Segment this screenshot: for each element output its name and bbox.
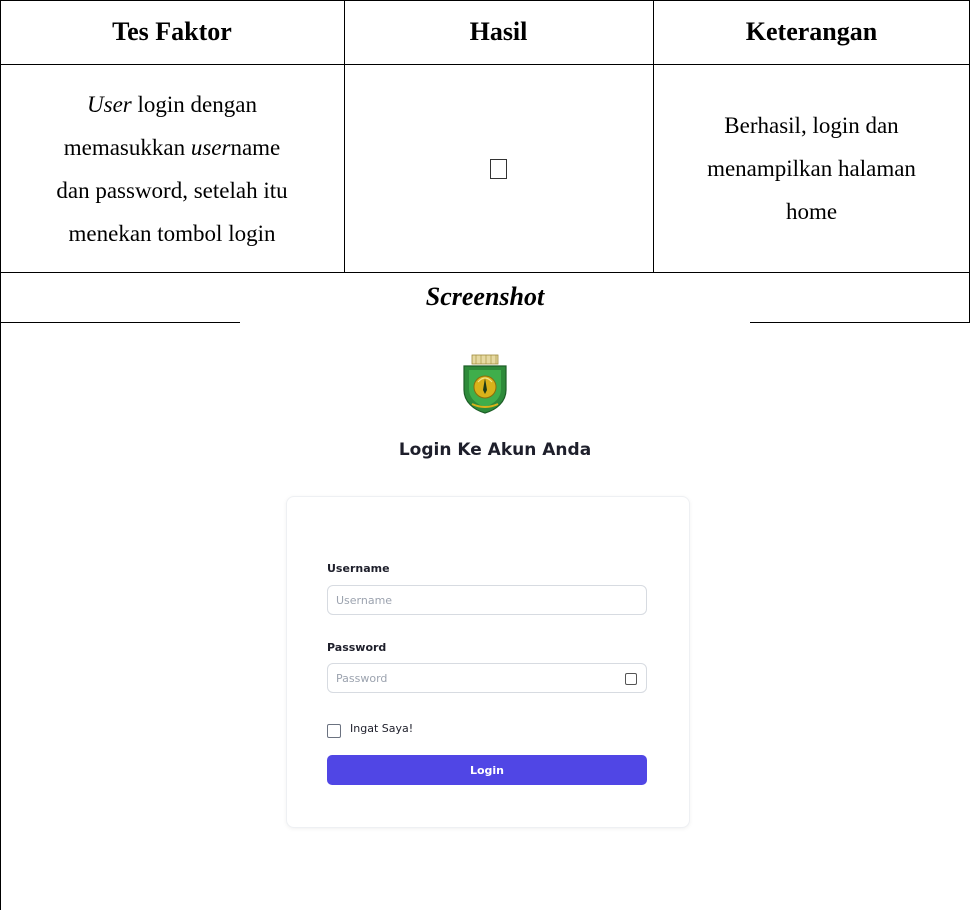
test-factor-line: User login dengan [87,83,257,126]
password-label: Password [327,641,387,654]
checkbox-glyph-icon [490,158,507,179]
password-input[interactable]: Password [327,663,647,693]
header-test-factor: Tes Faktor [112,17,232,46]
test-factor-cell: User login dengan memasukkan username dan … [0,65,344,272]
screenshot-heading: Screenshot [425,282,545,311]
test-factor-line: memasukkan username [64,126,281,169]
description-line: menampilkan halaman [707,156,916,181]
login-button[interactable]: Login [327,755,647,785]
test-factor-segment: login dengan [131,91,257,117]
test-factor-segment: user [190,134,231,160]
description-line: Berhasil, login dan [724,113,899,138]
username-label: Username [327,562,390,575]
table-rule [750,322,970,323]
test-factor-line: dan password, setelah itu [56,169,287,212]
password-placeholder: Password [336,671,388,685]
eye-icon[interactable] [625,673,637,685]
description-cell: Berhasil, login dan menampilkan halaman ho… [653,65,970,272]
username-input[interactable]: Username [327,585,647,615]
login-card: Username Username Password Password Inga… [286,496,690,828]
result-cell [344,65,653,272]
test-factor-segment: menekan tombol login [68,220,276,246]
table-rule [0,322,240,323]
test-factor-segment: memasukkan [63,134,191,160]
username-placeholder: Username [336,593,393,607]
remember-me-checkbox[interactable] [327,724,341,738]
header-description: Keterangan [745,17,878,46]
header-result: Hasil [469,17,528,46]
test-factor-segment: name [230,134,281,160]
remember-me-label: Ingat Saya! [350,722,414,735]
test-factor-segment: User [87,91,132,117]
login-title: Login Ke Akun Anda [398,440,592,460]
login-screenshot: Login Ke Akun Anda Username Username Pas… [240,322,750,910]
regional-emblem-icon [463,354,507,414]
description-line: home [785,199,838,224]
test-factor-segment: dan password, setelah itu [56,177,288,203]
test-factor-line: menekan tombol login [69,212,276,255]
